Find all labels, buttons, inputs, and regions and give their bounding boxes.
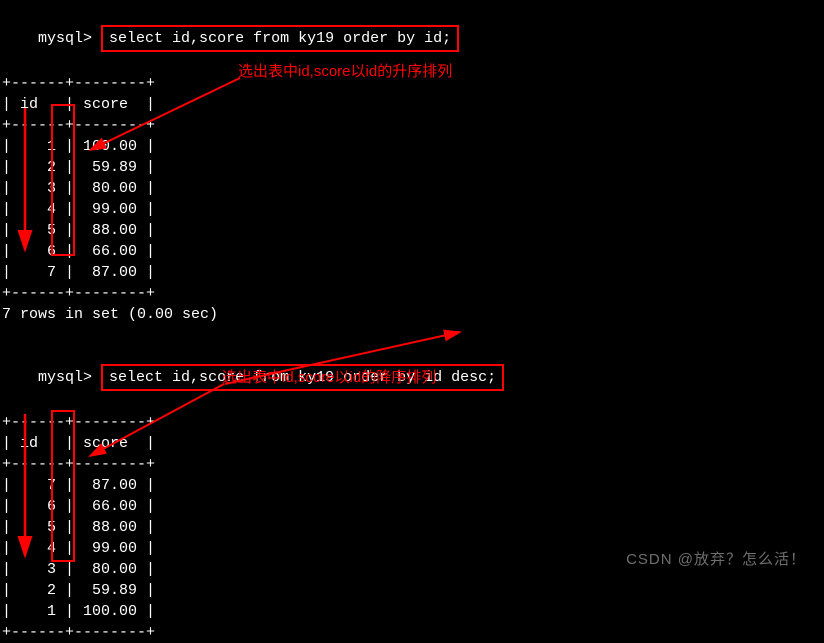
highlight-box-id-col-1 [51, 104, 75, 256]
table-row: | 4 | 99.00 | [2, 199, 824, 220]
watermark-text: CSDN @放弃？怎么活！ [626, 548, 806, 569]
table-sep: +------+--------+ [2, 115, 824, 136]
table-sep: +------+--------+ [2, 412, 824, 433]
table-header: | id | score | [2, 433, 824, 454]
table-header: | id | score | [2, 94, 824, 115]
table-row: | 7 | 87.00 | [2, 475, 824, 496]
highlight-box-id-col-2 [51, 410, 75, 562]
table-row: | 2 | 59.89 | [2, 157, 824, 178]
sql-query-1: select id,score from ky19 order by id; [101, 25, 459, 52]
table-row: | 2 | 59.89 | [2, 580, 824, 601]
table-row: | 1 | 100.00 | [2, 136, 824, 157]
table-row: | 3 | 80.00 | [2, 178, 824, 199]
annotation-comment-2: 选出表中id,score以id的降序排列 [222, 366, 436, 387]
table-sep: +------+--------+ [2, 283, 824, 304]
table-sep: +------+--------+ [2, 622, 824, 643]
table-row: | 5 | 88.00 | [2, 220, 824, 241]
mysql-prompt: mysql> [38, 30, 92, 47]
table-row: | 6 | 66.00 | [2, 496, 824, 517]
table-row: | 1 | 100.00 | [2, 601, 824, 622]
status-line: 7 rows in set (0.00 sec) [2, 304, 824, 325]
mysql-prompt: mysql> [38, 369, 92, 386]
table-row: | 5 | 88.00 | [2, 517, 824, 538]
table-sep: +------+--------+ [2, 454, 824, 475]
table-row: | 7 | 87.00 | [2, 262, 824, 283]
terminal-output: mysql> select id,score from ky19 order b… [0, 0, 824, 643]
table-row: | 6 | 66.00 | [2, 241, 824, 262]
annotation-comment-1: 选出表中id,score以id的升序排列 [238, 60, 452, 81]
